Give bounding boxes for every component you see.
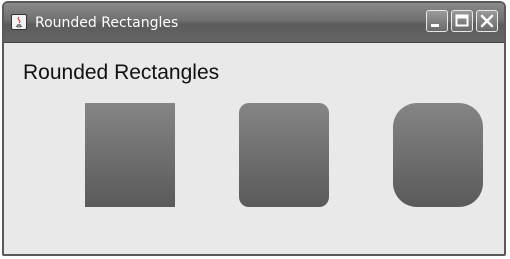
maximize-button[interactable] xyxy=(451,10,473,32)
content-panel: Rounded Rectangles xyxy=(4,43,504,254)
window-title: Rounded Rectangles xyxy=(35,15,179,31)
rectangle-square-corners xyxy=(85,103,175,207)
maximize-icon xyxy=(455,14,469,27)
rectangle-small-rounded-corners xyxy=(239,103,329,207)
minimize-icon xyxy=(431,24,439,27)
app-window: Rounded Rectangles Rounded Rectangles xyxy=(2,1,506,256)
rectangle-large-rounded-corners xyxy=(393,103,483,207)
minimize-button[interactable] xyxy=(426,10,448,32)
close-button[interactable] xyxy=(476,10,498,32)
java-app-icon[interactable] xyxy=(11,14,27,30)
title-bar[interactable]: Rounded Rectangles xyxy=(4,3,504,43)
page-heading: Rounded Rectangles xyxy=(23,61,220,84)
close-icon xyxy=(480,14,494,28)
